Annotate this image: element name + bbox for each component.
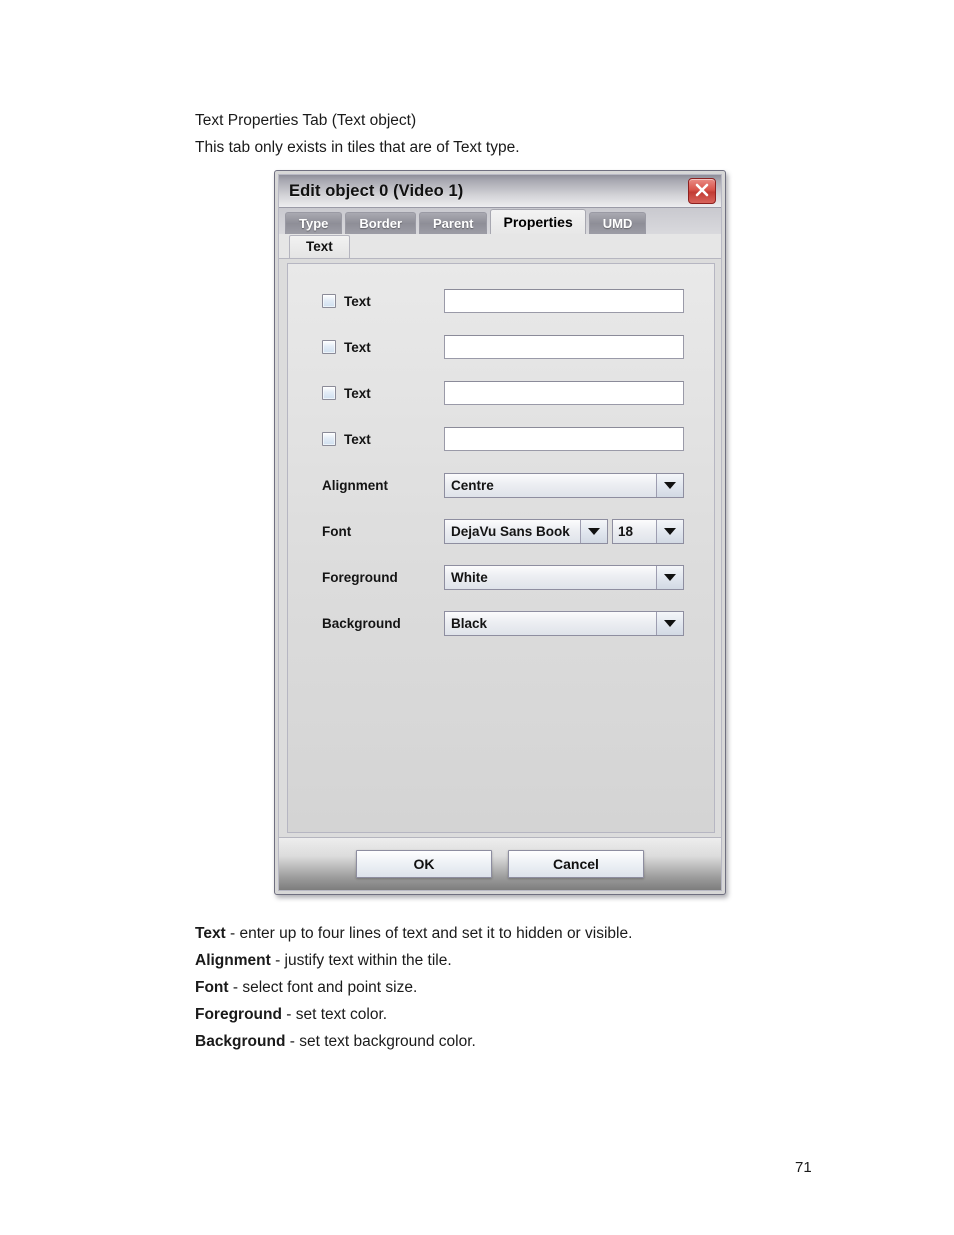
background-row: Background Black [302,608,700,638]
font-size-dropdown[interactable]: 18 [612,518,684,544]
text-properties-panel: Text Text Text Text Alignment Centre Fon… [287,263,715,833]
subtab-text[interactable]: Text [289,235,350,258]
font-row: Font DejaVu Sans Book 18 [302,516,700,546]
dialog-subtabstrip: Text [279,234,721,259]
text-row-4-label-cell: Text [302,432,444,447]
intro-subtext: This tab only exists in tiles that are o… [195,139,520,156]
close-icon [695,183,709,197]
text-row-3-label-cell: Text [302,386,444,401]
properties-content-wrap: Text Text Text Text Alignment Centre Fon… [279,259,721,837]
text-row-1-label-cell: Text [302,294,444,309]
text-input-2[interactable] [444,335,684,359]
alignment-row: Alignment Centre [302,470,700,500]
text-visible-checkbox-1[interactable] [322,294,336,308]
description-rest-background: - set text background color. [285,1033,476,1050]
text-row-4: Text [302,424,700,454]
text-row-3-label: Text [344,385,371,401]
font-size-chevron-down-icon[interactable] [656,519,683,543]
background-chevron-down-icon[interactable] [656,611,683,635]
ok-button[interactable]: OK [356,850,492,878]
text-visible-checkbox-4[interactable] [322,432,336,446]
dialog-title: Edit object 0 (Video 1) [289,181,464,200]
text-visible-checkbox-3[interactable] [322,386,336,400]
description-term-text: Text [195,925,226,942]
description-rest-alignment: - justify text within the tile. [270,952,452,969]
dialog-titlebar: Edit object 0 (Video 1) [279,175,721,208]
alignment-label: Alignment [322,477,388,493]
foreground-label-cell: Foreground [302,570,444,585]
font-label: Font [322,523,352,539]
text-visible-checkbox-2[interactable] [322,340,336,354]
description-term-background: Background [195,1033,286,1050]
text-row-2-label-cell: Text [302,340,444,355]
tab-parent[interactable]: Parent [419,212,488,234]
description-alignment: Alignment - justify text within the tile… [195,951,452,971]
alignment-value: Centre [451,477,494,493]
font-family-value: DejaVu Sans Book [451,523,570,539]
background-label: Background [322,615,401,631]
page-number: 71 [795,1159,812,1176]
background-dropdown[interactable]: Black [444,610,684,636]
description-background: Background - set text background color. [195,1032,476,1052]
description-rest-foreground: - set text color. [281,1006,388,1023]
foreground-row: Foreground White [302,562,700,592]
alignment-dropdown[interactable]: Centre [444,472,684,498]
alignment-chevron-down-icon[interactable] [656,473,683,497]
text-row-4-label: Text [344,431,371,447]
tab-umd[interactable]: UMD [588,212,647,234]
font-family-chevron-down-icon[interactable] [580,519,607,543]
text-row-2-label: Text [344,339,371,355]
tab-properties[interactable]: Properties [490,209,586,234]
description-foreground: Foreground - set text color. [195,1005,387,1025]
foreground-chevron-down-icon[interactable] [656,565,683,589]
background-label-cell: Background [302,616,444,631]
font-label-cell: Font [302,524,444,539]
description-term-alignment: Alignment [195,952,271,969]
font-size-value: 18 [618,523,634,539]
edit-object-dialog: Edit object 0 (Video 1) Type Border Pare… [274,170,726,895]
dialog-button-bar: OK Cancel [279,837,721,890]
alignment-label-cell: Alignment [302,478,444,493]
text-row-1-label: Text [344,293,371,309]
intro-heading: Text Properties Tab (Text object) [195,112,417,129]
description-text: Text - enter up to four lines of text an… [195,924,632,944]
text-input-3[interactable] [444,381,684,405]
description-term-foreground: Foreground [195,1006,282,1023]
dialog-inner-frame: Edit object 0 (Video 1) Type Border Pare… [278,174,722,891]
background-value: Black [451,615,488,631]
description-font: Font - select font and point size. [195,978,417,998]
text-row-1: Text [302,286,700,316]
description-term-font: Font [195,979,229,996]
description-rest-text: - enter up to four lines of text and set… [225,925,633,942]
text-row-3: Text [302,378,700,408]
tab-type[interactable]: Type [285,212,343,234]
foreground-dropdown[interactable]: White [444,564,684,590]
description-rest-font: - select font and point size. [228,979,418,996]
text-input-4[interactable] [444,427,684,451]
foreground-label: Foreground [322,569,398,585]
tab-border[interactable]: Border [345,212,417,234]
foreground-value: White [451,569,488,585]
text-input-1[interactable] [444,289,684,313]
text-row-2: Text [302,332,700,362]
cancel-button[interactable]: Cancel [508,850,644,878]
dialog-tabstrip: Type Border Parent Properties UMD [279,208,721,234]
font-family-dropdown[interactable]: DejaVu Sans Book [444,518,608,544]
close-button[interactable] [688,178,716,204]
